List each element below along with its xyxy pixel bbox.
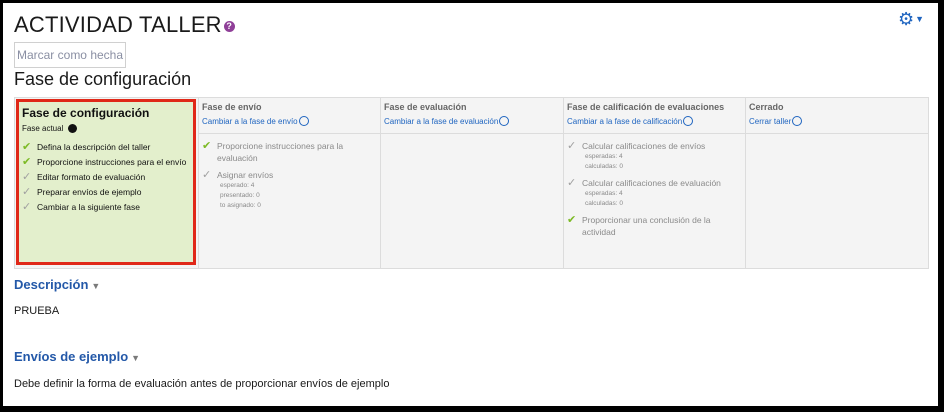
chevron-down-icon: ▼ xyxy=(915,14,924,24)
task-item: ✓ Calcular calificaciones de envíos xyxy=(567,140,743,152)
task-item: ✓ Asignar envíos xyxy=(202,169,378,181)
description-toggle[interactable]: Descripción ▼ xyxy=(14,277,100,292)
switch-phase-icon[interactable] xyxy=(298,116,309,126)
task-item[interactable]: ✓ Preparar envíos de ejemplo xyxy=(22,186,190,198)
switch-phase-link[interactable]: Cambiar a la fase de envío xyxy=(202,116,378,126)
switch-phase-text[interactable]: Cambiar a la fase de envío xyxy=(202,117,298,126)
page-title: ACTIVIDAD TALLER? xyxy=(14,12,235,38)
phase-name: Fase de evaluación xyxy=(384,102,467,112)
task-item[interactable]: ✓ Cambiar a la siguiente fase xyxy=(22,201,190,213)
page-title-text: ACTIVIDAD TALLER xyxy=(14,12,222,37)
task-label[interactable]: Editar formato de evaluación xyxy=(37,172,145,182)
check-icon: ✔ xyxy=(202,140,212,152)
task-label[interactable]: Preparar envíos de ejemplo xyxy=(37,187,141,197)
phase-name: Fase de envío xyxy=(202,102,262,112)
section-title[interactable]: Descripción xyxy=(14,277,88,292)
task-detail: calculadas: 0 xyxy=(585,163,623,170)
task-detail: to asignado: 0 xyxy=(220,202,261,209)
todo-check-icon: ✓ xyxy=(22,186,32,198)
settings-menu[interactable]: ⚙▼ xyxy=(898,9,924,30)
caret-down-icon[interactable]: ▼ xyxy=(91,281,100,291)
phase-name: Fase de calificación de evaluaciones xyxy=(567,102,725,112)
task-label: Asignar envíos xyxy=(217,170,274,180)
task-label: Proporcione instrucciones para la evalua… xyxy=(217,141,344,163)
todo-check-icon: ✓ xyxy=(22,201,32,213)
help-icon[interactable]: ? xyxy=(223,21,235,32)
example-submissions-text: Debe definir la forma de evaluación ante… xyxy=(14,378,390,390)
check-icon: ✔ xyxy=(567,214,577,226)
phase-name: Fase de configuración xyxy=(22,106,150,120)
current-phase-dot-icon xyxy=(67,124,77,133)
task-item[interactable]: ✓ Editar formato de evaluación xyxy=(22,171,190,183)
phase-submission: Fase de envío Cambiar a la fase de envío… xyxy=(198,98,381,268)
phase-assessment: Fase de evaluación Cambiar a la fase de … xyxy=(380,98,564,268)
mark-done-button[interactable]: Marcar como hecha xyxy=(14,42,126,68)
gear-icon[interactable]: ⚙ xyxy=(898,9,914,29)
task-item: ✔ Proporcione instrucciones para la evalu… xyxy=(202,140,378,164)
task-detail: esperadas: 4 xyxy=(585,153,623,160)
switch-phase-icon[interactable] xyxy=(683,116,694,126)
switch-phase-link[interactable]: Cambiar a la fase de evaluación xyxy=(384,116,561,126)
task-item: ✔ Proporcionar una conclusión de la activ… xyxy=(567,214,743,238)
todo-check-icon: ✓ xyxy=(567,177,577,189)
task-list: ✔ Defina la descripción del taller ✔ Propo… xyxy=(19,133,193,224)
switch-phase-text[interactable]: Cerrar taller xyxy=(749,117,791,126)
task-label: Calcular calificaciones de envíos xyxy=(582,141,706,151)
task-detail: presentado: 0 xyxy=(220,192,260,199)
page: ACTIVIDAD TALLER? ⚙▼ Marcar como hecha F… xyxy=(3,3,938,406)
task-label: Calcular calificaciones de evaluación xyxy=(582,178,721,188)
switch-phase-icon[interactable] xyxy=(792,116,803,126)
task-item[interactable]: ✔ Proporcione instrucciones para el envío xyxy=(22,156,190,168)
task-label[interactable]: Cambiar a la siguiente fase xyxy=(37,202,140,212)
current-phase-label: Fase actual xyxy=(22,124,193,133)
phase-closed: Cerrado Cerrar taller xyxy=(745,98,929,268)
switch-phase-text[interactable]: Cambiar a la fase de evaluación xyxy=(384,117,498,126)
task-label[interactable]: Defina la descripción del taller xyxy=(37,142,150,152)
todo-check-icon: ✓ xyxy=(202,169,212,181)
phases-table: Fase de configuración Fase actual ✔ Defin… xyxy=(14,97,929,269)
switch-phase-link[interactable]: Cerrar taller xyxy=(749,116,926,126)
task-label: Proporcionar una conclusión de la activi… xyxy=(582,215,711,237)
description-text: PRUEBA xyxy=(14,305,60,317)
phase-setup: Fase de configuración Fase actual ✔ Defin… xyxy=(16,99,196,265)
task-item: ✓ Calcular calificaciones de evaluación xyxy=(567,177,743,189)
check-icon: ✔ xyxy=(22,141,32,153)
section-title[interactable]: Envíos de ejemplo xyxy=(14,349,128,364)
task-detail: calculadas: 0 xyxy=(585,200,623,207)
switch-phase-link[interactable]: Cambiar a la fase de calificación xyxy=(567,116,743,126)
todo-check-icon: ✓ xyxy=(22,171,32,183)
current-phase-text: Fase actual xyxy=(22,124,64,133)
task-item[interactable]: ✔ Defina la descripción del taller xyxy=(22,141,190,153)
example-submissions-toggle[interactable]: Envíos de ejemplo ▼ xyxy=(14,349,140,364)
task-detail: esperadas: 4 xyxy=(585,190,623,197)
todo-check-icon: ✓ xyxy=(567,140,577,152)
phase-name: Cerrado xyxy=(749,102,784,112)
caret-down-icon[interactable]: ▼ xyxy=(131,353,140,363)
phase-evaluation: Fase de calificación de evaluaciones Cam… xyxy=(563,98,746,268)
task-label[interactable]: Proporcione instrucciones para el envío xyxy=(37,157,186,167)
check-icon: ✔ xyxy=(22,156,32,168)
current-phase-heading: Fase de configuración xyxy=(14,69,192,89)
switch-phase-text[interactable]: Cambiar a la fase de calificación xyxy=(567,117,682,126)
task-detail: esperado: 4 xyxy=(220,182,255,189)
switch-phase-icon[interactable] xyxy=(499,116,510,126)
